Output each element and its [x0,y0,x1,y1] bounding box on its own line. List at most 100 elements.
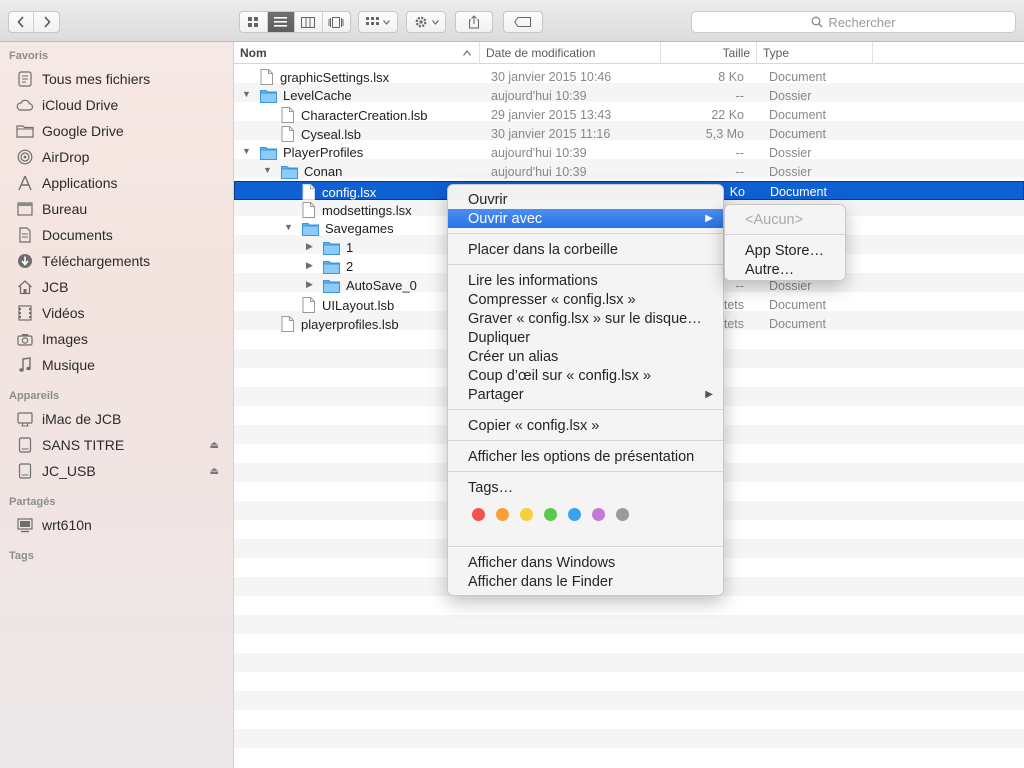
context-menu: Ouvrir Ouvrir avec ▶ Placer dans la corb… [447,184,724,596]
file-row[interactable]: CharacterCreation.lsb 29 janvier 2015 13… [234,105,1024,124]
menu-item-share[interactable]: Partager ▶ [448,385,723,404]
disclosure-triangle-expanded-icon[interactable]: ▼ [263,165,272,175]
sidebar-item-downloads[interactable]: Téléchargements [16,250,226,272]
grid-icon [247,16,258,27]
menu-item-get-info[interactable]: Lire les informations [448,271,723,290]
disclosure-triangle-expanded-icon[interactable]: ▼ [242,146,251,156]
arrange-button[interactable] [358,11,398,33]
file-name-label: AutoSave_0 [346,278,417,293]
menu-item-quick-look[interactable]: Coup d’œil sur « config.lsx » [448,366,723,385]
menu-item-move-to-trash[interactable]: Placer dans la corbeille [448,240,723,259]
menu-item-burn[interactable]: Graver « config.lsx » sur le disque… [448,309,723,328]
arrange-icon [366,17,379,25]
sidebar-item-label: JC_USB [42,463,96,479]
applications-icon [16,175,34,191]
sidebar-item-google-drive[interactable]: Google Drive [16,120,226,142]
tag-yellow-button[interactable] [520,508,533,521]
tag-green-button[interactable] [544,508,557,521]
submenu-item-none: <Aucun> [725,210,845,229]
folder-row[interactable]: ▼ PlayerProfiles aujourd'hui 10:39 -- Do… [234,143,1024,162]
sidebar-item-movies[interactable]: Vidéos [16,302,226,324]
file-name-label: CharacterCreation.lsb [301,107,428,123]
folder-icon [16,123,34,139]
file-name-label: playerprofiles.lsb [301,316,399,332]
sidebar-item-wrt610n[interactable]: wrt610n [16,514,226,536]
menu-item-duplicate[interactable]: Dupliquer [448,328,723,347]
eject-icon[interactable]: ⏏ [210,440,219,451]
row-stripe [234,691,1024,710]
disclosure-triangle-expanded-icon[interactable]: ▼ [242,89,251,99]
menu-item-show-in-windows[interactable]: Afficher dans Windows [448,553,723,572]
menu-item-tags[interactable]: Tags… [448,478,723,497]
share-button[interactable] [455,11,493,33]
disclosure-triangle-expanded-icon[interactable]: ▼ [284,222,293,232]
file-name: LevelCache [260,88,352,103]
menu-item-reveal-in-finder[interactable]: Afficher dans le Finder [448,572,723,591]
menu-item-label: Ouvrir [468,191,508,208]
menu-item-open-with[interactable]: Ouvrir avec ▶ [448,209,723,228]
sidebar-item-documents[interactable]: Documents [16,224,226,246]
sidebar-item-pictures[interactable]: Images [16,328,226,350]
tag-blue-button[interactable] [568,508,581,521]
file-type: Document [769,70,826,84]
action-button[interactable] [406,11,446,33]
menu-item-label: Afficher dans Windows [468,554,616,571]
sidebar-item-jcb[interactable]: JCB [16,276,226,298]
column-header-name[interactable]: Nom [234,42,480,64]
document-icon [302,297,315,313]
edit-tags-button[interactable] [503,11,543,33]
submenu-item-app-store[interactable]: App Store… [725,241,845,260]
menu-item-show-view-options[interactable]: Afficher les options de présentation [448,447,723,466]
sidebar-item-label: iMac de JCB [42,411,122,427]
sidebar-item-label: Google Drive [42,123,124,139]
coverflow-view-button[interactable] [323,12,350,32]
menu-separator [448,409,723,410]
sidebar-item-imac[interactable]: iMac de JCB [16,408,226,430]
sidebar-item-desktop[interactable]: Bureau [16,198,226,220]
file-name-label: graphicSettings.lsx [280,69,390,85]
sidebar-item-jc-usb[interactable]: JC_USB ⏏ [16,460,226,482]
sidebar-item-all-files[interactable]: Tous mes fichiers [16,68,226,90]
file-row[interactable]: Cyseal.lsb 30 janvier 2015 11:16 5,3 Mo … [234,124,1024,143]
music-icon [16,357,34,373]
column-view-button[interactable] [295,12,323,32]
file-row[interactable]: graphicSettings.lsx 30 janvier 2015 10:4… [234,67,1024,86]
tag-orange-button[interactable] [496,508,509,521]
sidebar-item-label: Bureau [42,201,88,217]
sidebar: Favoris Tous mes fichiers iCloud Drive G… [0,42,234,768]
back-button[interactable] [9,12,34,32]
tag-gray-button[interactable] [616,508,629,521]
search-field[interactable]: Rechercher [691,11,1016,33]
file-date: 29 janvier 2015 13:43 [491,108,612,122]
menu-item-make-alias[interactable]: Créer un alias [448,347,723,366]
folder-row[interactable]: ▼ LevelCache aujourd'hui 10:39 -- Dossie… [234,86,1024,105]
sidebar-item-applications[interactable]: Applications [16,172,226,194]
view-mode-segmented [239,11,351,33]
menu-item-open[interactable]: Ouvrir [448,190,723,209]
menu-item-compress[interactable]: Compresser « config.lsx » [448,290,723,309]
disclosure-triangle-collapsed-icon[interactable]: ▶ [306,279,313,290]
submenu-item-other[interactable]: Autre… [725,260,845,279]
folder-row[interactable]: ▼ Conan aujourd'hui 10:39 -- Dossier [234,162,1024,181]
tag-purple-button[interactable] [592,508,605,521]
submenu-arrow-icon: ▶ [705,213,713,224]
sidebar-item-icloud-drive[interactable]: iCloud Drive [16,94,226,116]
eject-icon[interactable]: ⏏ [210,466,219,477]
tag-red-button[interactable] [472,508,485,521]
column-header-type[interactable]: Type [757,42,873,64]
icon-view-button[interactable] [240,12,268,32]
menu-item-copy[interactable]: Copier « config.lsx » [448,416,723,435]
sidebar-item-sans-titre[interactable]: SANS TITRE ⏏ [16,434,226,456]
movies-icon [16,305,34,321]
sidebar-item-music[interactable]: Musique [16,354,226,376]
column-header-size[interactable]: Taille [661,42,757,64]
file-name-label: Savegames [325,221,394,236]
forward-button[interactable] [34,12,59,32]
column-header-date[interactable]: Date de modification [480,42,661,64]
disclosure-triangle-collapsed-icon[interactable]: ▶ [306,260,313,271]
list-view-button[interactable] [267,12,295,32]
sidebar-item-label: wrt610n [42,517,92,533]
sidebar-item-airdrop[interactable]: AirDrop [16,146,226,168]
file-name: UILayout.lsb [302,297,394,313]
disclosure-triangle-collapsed-icon[interactable]: ▶ [306,241,313,252]
